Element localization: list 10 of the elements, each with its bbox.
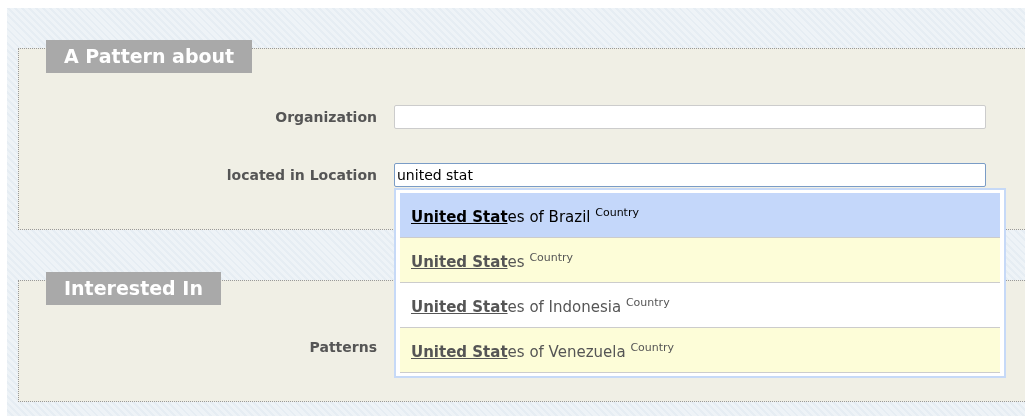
suggestion-option[interactable]: United States of Venezuela $^{Country}$ <box>400 328 1000 373</box>
suggestion-option[interactable]: United States of Brazil $^{Country}$ <box>400 193 1000 238</box>
field-label: Organization <box>274 109 377 125</box>
section-title: Interested In <box>46 272 221 305</box>
text-field[interactable]: united stat <box>394 163 986 187</box>
text-field[interactable] <box>394 105 986 129</box>
field-label: located in Location <box>225 167 377 183</box>
suggestion-option[interactable]: United States $^{Country}$ <box>400 238 1000 283</box>
field-label: Patterns <box>308 339 377 355</box>
section-title: A Pattern about <box>46 40 253 73</box>
